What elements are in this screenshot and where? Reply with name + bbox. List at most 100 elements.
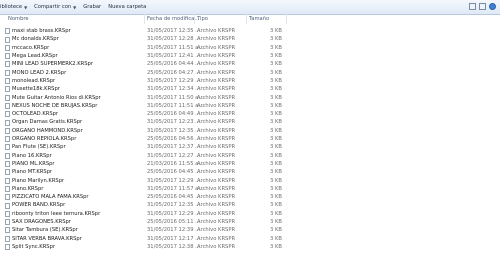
file-type: Archivo KRSPR	[197, 69, 236, 76]
file-row[interactable]: Piano Marilyn.KRSpr 31/05/2017 12:29 ...…	[0, 176, 500, 184]
file-size: 3 KB	[270, 144, 282, 151]
file-size: 3 KB	[270, 169, 282, 176]
generic-file-icon	[5, 36, 10, 43]
new-folder-button[interactable]: Nueva carpeta	[108, 0, 146, 14]
file-date-modified: 31/05/2017 11:51 a...	[147, 44, 204, 51]
organize-button[interactable]: ibliotece ▼	[0, 0, 27, 14]
file-type: Archivo KRSPR	[197, 127, 236, 134]
new-folder-label: Nueva carpeta	[108, 4, 147, 10]
file-row[interactable]: monolead.KRSpr 31/05/2017 12:29 ... Arch…	[0, 77, 500, 85]
file-size: 3 KB	[270, 77, 282, 84]
file-date-modified: 25/05/2016 05:11 ...	[147, 219, 201, 226]
file-type: Archivo KRSPR	[197, 61, 236, 68]
file-date-modified: 31/05/2017 11:50 a...	[147, 94, 204, 101]
column-header-name[interactable]: Nombre	[8, 16, 29, 22]
file-row[interactable]: Organ Damas Gratis.KRSpr 31/05/2017 12:2…	[0, 118, 500, 126]
file-size: 3 KB	[270, 160, 282, 167]
generic-file-icon	[5, 78, 10, 85]
file-name: Mute Guitar Antonio Rios di.KRSpr	[12, 94, 101, 101]
file-row[interactable]: Mute Guitar Antonio Rios di.KRSpr 31/05/…	[0, 93, 500, 101]
file-size: 3 KB	[270, 202, 282, 209]
file-row[interactable]: NEXUS NOCHE DE BRUJAS.KRSpr 31/05/2017 1…	[0, 102, 500, 110]
file-type: Archivo KRSPR	[197, 86, 236, 93]
file-row[interactable]: Musette18k.KRSpr 31/05/2017 12:34 ... Ar…	[0, 85, 500, 93]
file-type: Archivo KRSPR	[197, 28, 236, 35]
column-header-size[interactable]: Tamaño	[249, 16, 269, 22]
file-type: Archivo KRSPR	[197, 235, 236, 242]
organize-label: ibliotece	[0, 4, 23, 10]
file-size: 3 KB	[270, 136, 282, 143]
file-name: ORGANO HAMMOND.KRSpr	[12, 127, 83, 134]
column-header-date[interactable]: Fecha de modifica...	[147, 16, 199, 22]
file-row[interactable]: Sitar Tambura (SE).KRSpr 31/05/2017 12:3…	[0, 226, 500, 234]
help-icon[interactable]	[489, 3, 496, 10]
column-divider[interactable]	[194, 14, 195, 24]
file-name: Sitar Tambura (SE).KRSpr	[12, 227, 78, 234]
file-type: Archivo KRSPR	[197, 210, 236, 217]
file-row[interactable]: MINI LEAD SUPERMERK2.KRSpr 25/05/2016 04…	[0, 60, 500, 68]
file-name: Mc donalds.KRSpr	[12, 36, 59, 43]
file-date-modified: 31/05/2017 12:29 ...	[147, 210, 201, 217]
file-row[interactable]: Mc donalds.KRSpr 31/05/2017 12:28 ... Ar…	[0, 35, 500, 43]
file-row[interactable]: ORGANO HAMMOND.KRSpr 31/05/2017 12:35 ..…	[0, 127, 500, 135]
file-type: Archivo KRSPR	[197, 185, 236, 192]
file-row[interactable]: SITAR VERBA BRAVA.KRSpr 31/05/2017 12:17…	[0, 234, 500, 242]
file-name: ORGANO REPIOLA.KRSpr	[12, 136, 77, 143]
file-row[interactable]: Split Sync.KRSpr 31/05/2017 12:38 ... Ar…	[0, 243, 500, 251]
file-row[interactable]: maxi stab brass.KRSpr 31/05/2017 12:35 .…	[0, 27, 500, 35]
file-row[interactable]: Piano.KRSpr 31/05/2017 11:57 a... Archiv…	[0, 185, 500, 193]
generic-file-icon	[5, 61, 10, 68]
column-divider[interactable]	[246, 14, 247, 24]
file-size: 3 KB	[270, 185, 282, 192]
preview-pane-icon[interactable]	[479, 3, 486, 10]
file-row[interactable]: Piano MT.KRSpr 25/05/2016 04:45 ... Arch…	[0, 168, 500, 176]
column-header-type[interactable]: Tipo	[197, 16, 208, 22]
generic-file-icon	[5, 169, 10, 176]
file-name: PIZZICATO MALA FAMA.KRSpr	[12, 194, 89, 201]
file-date-modified: 21/03/2016 11:55 a...	[147, 160, 204, 167]
file-name: NEXUS NOCHE DE BRUJAS.KRSpr	[12, 102, 98, 109]
view-options-icon[interactable]	[469, 3, 476, 10]
file-row[interactable]: OCTOLEAD.KRSpr 25/05/2016 04:49 ... Arch…	[0, 110, 500, 118]
generic-file-icon	[5, 210, 10, 217]
generic-file-icon	[5, 235, 10, 242]
file-row[interactable]: PIANO ML.KRSpr 21/03/2016 11:55 a... Arc…	[0, 160, 500, 168]
share-with-button[interactable]: Compartir con ▼	[34, 0, 76, 14]
file-row[interactable]: POWER BAND.KRSpr 31/05/2017 12:35 ... Ar…	[0, 201, 500, 209]
file-row[interactable]: ORGANO REPIOLA.KRSpr 25/05/2016 04:56 ..…	[0, 135, 500, 143]
share-with-label: Compartir con	[34, 4, 72, 10]
column-divider[interactable]	[286, 14, 287, 24]
generic-file-icon	[5, 119, 10, 126]
chevron-down-icon: ▼	[24, 4, 28, 10]
file-date-modified: 31/05/2017 12:34 ...	[147, 86, 201, 93]
file-date-modified: 25/05/2016 04:49 ...	[147, 111, 201, 118]
file-row[interactable]: MONO LEAD 2.KRSpr 25/05/2016 04:27 ... A…	[0, 68, 500, 76]
file-row[interactable]: mccaco.KRSpr 31/05/2017 11:51 a... Archi…	[0, 44, 500, 52]
file-date-modified: 31/05/2017 12:39 ...	[147, 227, 201, 234]
file-date-modified: 31/05/2017 11:51 a...	[147, 102, 204, 109]
column-headers: Nombre Fecha de modifica... Tipo Tamaño	[0, 14, 500, 24]
file-size: 3 KB	[270, 119, 282, 126]
file-row[interactable]: Pan Flute (SE).KRSpr 31/05/2017 12:37 ..…	[0, 143, 500, 151]
generic-file-icon	[5, 244, 10, 251]
file-type: Archivo KRSPR	[197, 53, 236, 60]
file-size: 3 KB	[270, 219, 282, 226]
file-row[interactable]: SAX DRAGONES.KRSpr 25/05/2016 05:11 ... …	[0, 218, 500, 226]
file-size: 3 KB	[270, 69, 282, 76]
file-name: OCTOLEAD.KRSpr	[12, 111, 59, 118]
generic-file-icon	[5, 219, 10, 226]
generic-file-icon	[5, 44, 10, 51]
file-name: monolead.KRSpr	[12, 77, 56, 84]
file-row[interactable]: Mega Lead.KRSpr 31/05/2017 12:41 ... Arc…	[0, 52, 500, 60]
file-name: PIANO ML.KRSpr	[12, 160, 55, 167]
file-date-modified: 31/05/2017 12:35 ...	[147, 28, 201, 35]
file-date-modified: 31/05/2017 12:27 ...	[147, 152, 201, 159]
file-name: MINI LEAD SUPERMERK2.KRSpr	[12, 61, 93, 68]
file-name: SITAR VERBA BRAVA.KRSpr	[12, 235, 82, 242]
burn-button[interactable]: Grabar	[83, 0, 101, 14]
file-row[interactable]: PIZZICATO MALA FAMA.KRSpr 25/05/2016 04:…	[0, 193, 500, 201]
file-row[interactable]: Piano 16.KRSpr 31/05/2017 12:27 ... Arch…	[0, 151, 500, 159]
file-type: Archivo KRSPR	[197, 152, 236, 159]
column-divider[interactable]	[144, 14, 145, 24]
file-row[interactable]: riboonty triton leee ternura.KRSpr 31/05…	[0, 210, 500, 218]
